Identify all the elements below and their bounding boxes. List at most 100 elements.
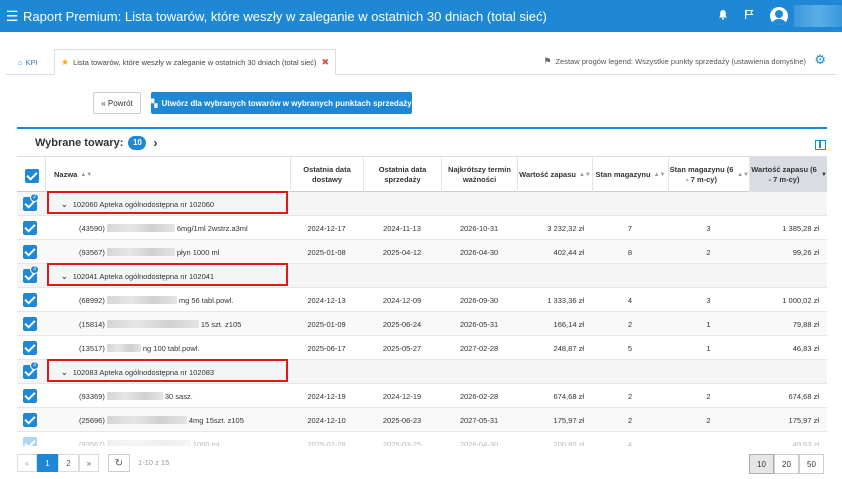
- create-button[interactable]: ▚ Utwórz dla wybranych towarów w wybrany…: [151, 92, 412, 114]
- sale-date: 2024-12-09: [382, 295, 422, 305]
- page-size-10[interactable]: 10: [749, 454, 774, 474]
- stock-qty: 2: [627, 391, 633, 401]
- stock-qty: 2: [627, 319, 633, 329]
- row-checkbox[interactable]: [23, 341, 37, 355]
- page-1-button[interactable]: 1: [37, 454, 58, 472]
- product-code: (25696): [79, 415, 105, 425]
- columns-toggle-icon[interactable]: [815, 140, 826, 150]
- stock-value: 166,14 zł: [553, 319, 584, 329]
- table-row[interactable]: (13517) ng 100 tabl.powl. 2025-06-17 202…: [17, 336, 827, 360]
- sale-date: 2025-04-12: [382, 247, 422, 257]
- row-checkbox[interactable]: [23, 413, 37, 427]
- row-checkbox[interactable]: [23, 221, 37, 235]
- user-avatar-icon[interactable]: [770, 7, 788, 25]
- tab-kpi[interactable]: ⌂ KPI: [12, 49, 44, 75]
- col-stock[interactable]: Stan magazynu ▲▼: [592, 157, 668, 193]
- product-code: (68992): [79, 295, 105, 305]
- expiry-date: 2027-02-28: [459, 343, 499, 353]
- stock-qty-6-7: 3: [706, 223, 711, 233]
- sort-icon: ▲▼: [737, 171, 749, 178]
- delivery-date: 2025-01-09: [307, 319, 346, 329]
- col-expiry[interactable]: Najkrótszy termin ważności: [441, 157, 517, 193]
- stock-qty-6-7: 1: [706, 343, 711, 353]
- blurred-name: [106, 416, 187, 424]
- stock-qty-6-7: 3: [706, 295, 711, 305]
- page-size-20[interactable]: 20: [774, 454, 799, 474]
- legend-set-label: Zestaw progów legend: Wszystkie punkty s…: [555, 57, 806, 66]
- table-row[interactable]: (25696) 4mg 15szt. z105 2024-12-10 2025-…: [17, 408, 827, 432]
- table-row[interactable]: (15814) 15 szt. z105 2025-01-09 2025-06-…: [17, 312, 827, 336]
- top-icons: [710, 0, 842, 32]
- top-bar: ☰ Raport Premium: Lista towarów, które w…: [0, 0, 842, 32]
- bell-icon[interactable]: [710, 9, 736, 23]
- table-row[interactable]: (43590) 6mg/1ml 2wstrz.a3ml 2024-12-17 2…: [17, 216, 827, 240]
- create-button-label: Utwórz dla wybranych towarów w wybranych…: [161, 98, 412, 108]
- product-suffix: 6mg/1ml 2wstrz.a3ml: [176, 223, 248, 233]
- hamburger-icon[interactable]: ☰: [3, 8, 21, 25]
- product-suffix: 4mg 15szt. z105: [188, 415, 244, 425]
- product-code: (43590): [79, 223, 105, 233]
- delivery-date: 2025-06-17: [307, 343, 346, 353]
- table-row[interactable]: (68992) mg 56 tabl.powl. 2024-12-13 2024…: [17, 288, 827, 312]
- chevron-right-icon[interactable]: ›: [153, 136, 157, 150]
- col-stock-6-7[interactable]: Stan magazynu (6 - 7 m-cy) ▲▼: [668, 157, 749, 193]
- row-checkbox[interactable]: [23, 317, 37, 331]
- table-row[interactable]: (93369) 30 sasz. 2024-12-19 2024-12-19 2…: [17, 384, 827, 408]
- product-suffix: mg 56 tabl.powl.: [178, 295, 234, 305]
- product-code: (93567): [79, 247, 105, 257]
- row-checkbox[interactable]: [23, 389, 37, 403]
- tab-report[interactable]: ★ Lista towarów, które weszły w zalegani…: [54, 49, 337, 75]
- delivery-date: 2025-01-08: [307, 247, 346, 257]
- stock-value-6-7: 79,88 zł: [792, 319, 819, 329]
- stock-qty: 7: [627, 223, 633, 233]
- selected-products-header: Wybrane towary: 10 ›: [35, 136, 157, 150]
- star-icon[interactable]: ★: [61, 57, 69, 68]
- product-suffix: płyn 1000 ml: [176, 247, 220, 257]
- refresh-icon[interactable]: ↻: [108, 454, 130, 472]
- prev-page-button[interactable]: «: [17, 454, 37, 472]
- stock-value-6-7: 674,68 zł: [788, 391, 819, 401]
- settings-cogs-icon[interactable]: ⚙: [814, 52, 826, 68]
- col-value[interactable]: Wartość zapasu ▲▼: [517, 157, 592, 193]
- product-code: (93369): [79, 391, 105, 401]
- row-checkbox[interactable]: [23, 293, 37, 307]
- flag-icon: ⚑: [543, 56, 552, 66]
- product-suffix: ng 100 tabl.powl.: [142, 343, 200, 353]
- select-all-checkbox[interactable]: [25, 169, 39, 183]
- close-tab-icon[interactable]: ✖: [322, 57, 330, 68]
- table-header: Nazwa ▲▼ Ostatnia data dostawy Ostatnia d…: [17, 156, 827, 193]
- col-name[interactable]: Nazwa ▲▼: [45, 157, 290, 193]
- legend-set-info[interactable]: ⚑ Zestaw progów legend: Wszystkie punkty…: [543, 56, 806, 67]
- flag-icon[interactable]: [736, 9, 762, 23]
- app-title: Raport Premium: Lista towarów, które wes…: [23, 8, 547, 24]
- blurred-name: [106, 248, 175, 256]
- product-suffix: 15 szt. z105: [200, 319, 242, 329]
- back-button[interactable]: « Powrót: [93, 92, 141, 114]
- stock-value-6-7: 46,83 zł: [792, 343, 819, 353]
- stock-qty: 5: [627, 343, 633, 353]
- stock-qty: 8: [627, 247, 633, 257]
- row-checkbox[interactable]: [23, 245, 37, 259]
- col-delivery[interactable]: Ostatnia data dostawy: [290, 157, 363, 193]
- sort-icon: ▲▼: [80, 171, 93, 178]
- expiry-date: 2026-10-31: [459, 223, 499, 233]
- stock-value: 674,68 zł: [553, 391, 584, 401]
- col-sale[interactable]: Ostatnia data sprzedaży: [363, 157, 441, 193]
- user-name-blurred[interactable]: [794, 5, 842, 27]
- col-value-6-7[interactable]: Wartość zapasu (6 - 7 m-cy) ▼: [749, 157, 827, 193]
- stock-qty-6-7: 2: [706, 391, 711, 401]
- group-count-badge: 3: [30, 361, 39, 370]
- page-size-50[interactable]: 50: [799, 454, 824, 474]
- expiry-date: 2026-04-30: [459, 247, 499, 257]
- next-page-button[interactable]: »: [79, 454, 99, 472]
- page-2-button[interactable]: 2: [58, 454, 79, 472]
- stock-qty: 2: [627, 415, 633, 425]
- blurred-name: [106, 296, 177, 304]
- expiry-date: 2027-05-31: [459, 415, 499, 425]
- group-count-badge: 3: [30, 265, 39, 274]
- table-row[interactable]: (93567) płyn 1000 ml 2025-01-08 2025-04-…: [17, 240, 827, 264]
- delivery-date: 2024-12-13: [307, 295, 346, 305]
- sale-date: 2024-11-13: [383, 223, 421, 233]
- blurred-name: [106, 224, 175, 232]
- section-divider: [17, 127, 827, 129]
